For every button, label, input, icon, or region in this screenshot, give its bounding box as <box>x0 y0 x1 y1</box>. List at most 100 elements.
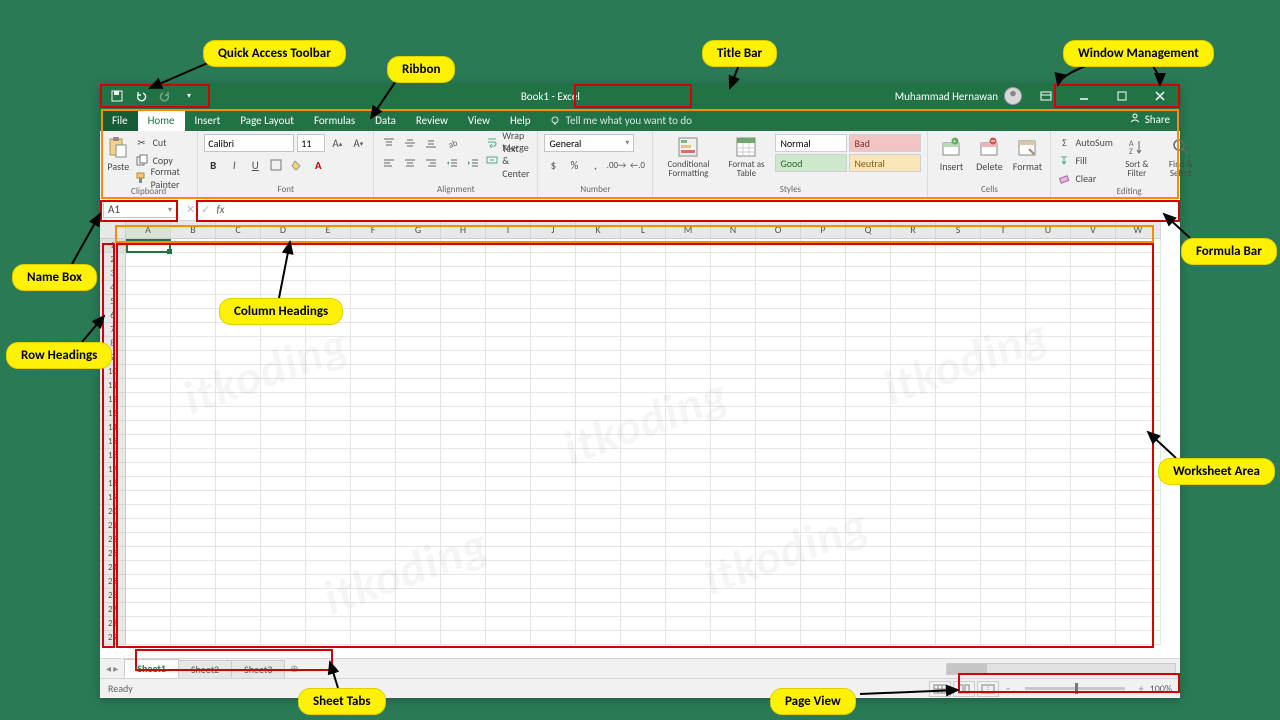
cell[interactable] <box>306 589 351 603</box>
cell[interactable] <box>891 393 936 407</box>
cell[interactable] <box>711 421 756 435</box>
cell[interactable] <box>261 547 306 561</box>
cell[interactable] <box>1116 547 1161 561</box>
cell[interactable] <box>261 617 306 631</box>
cell[interactable] <box>891 337 936 351</box>
align-top-icon[interactable] <box>380 134 398 152</box>
cell[interactable] <box>396 491 441 505</box>
column-head[interactable]: T <box>981 221 1026 239</box>
cell[interactable] <box>126 435 171 449</box>
cell[interactable] <box>1116 519 1161 533</box>
cell[interactable] <box>441 239 486 253</box>
sort-filter-button[interactable]: AZ Sort & Filter <box>1117 134 1157 178</box>
cell[interactable] <box>891 407 936 421</box>
cell[interactable] <box>486 561 531 575</box>
cell[interactable] <box>576 309 621 323</box>
cell[interactable] <box>486 253 531 267</box>
cell[interactable] <box>306 253 351 267</box>
cell[interactable] <box>711 533 756 547</box>
cell[interactable] <box>1026 267 1071 281</box>
cell[interactable] <box>441 589 486 603</box>
cell[interactable] <box>441 533 486 547</box>
cell[interactable] <box>1026 561 1071 575</box>
cell[interactable] <box>261 463 306 477</box>
cell[interactable] <box>351 309 396 323</box>
cell[interactable] <box>666 351 711 365</box>
cell[interactable] <box>981 393 1026 407</box>
cell[interactable] <box>936 589 981 603</box>
cell[interactable] <box>1071 561 1116 575</box>
cell[interactable] <box>486 477 531 491</box>
cell[interactable] <box>486 575 531 589</box>
cell[interactable] <box>171 449 216 463</box>
cell[interactable] <box>846 351 891 365</box>
cell[interactable] <box>261 421 306 435</box>
cell[interactable] <box>711 365 756 379</box>
cell[interactable] <box>756 491 801 505</box>
cell[interactable] <box>936 323 981 337</box>
cell[interactable] <box>1116 309 1161 323</box>
sheet-tab-3[interactable]: Sheet3 <box>231 660 285 678</box>
cell[interactable] <box>396 323 441 337</box>
cell[interactable] <box>126 337 171 351</box>
cell[interactable] <box>621 505 666 519</box>
cell[interactable] <box>576 435 621 449</box>
cell[interactable] <box>1071 575 1116 589</box>
cell[interactable] <box>531 533 576 547</box>
cell[interactable] <box>531 337 576 351</box>
cell[interactable] <box>171 477 216 491</box>
cell[interactable] <box>216 337 261 351</box>
cell[interactable] <box>1071 365 1116 379</box>
qat-customize-icon[interactable]: ▾ <box>182 89 196 103</box>
cell[interactable] <box>1116 561 1161 575</box>
page-layout-view-button[interactable] <box>953 681 975 697</box>
cell[interactable] <box>621 449 666 463</box>
cell[interactable] <box>936 603 981 617</box>
cell[interactable] <box>306 603 351 617</box>
cell[interactable] <box>396 281 441 295</box>
cell[interactable] <box>486 449 531 463</box>
percent-icon[interactable]: % <box>565 156 583 174</box>
cell[interactable] <box>576 589 621 603</box>
cell[interactable] <box>216 547 261 561</box>
cell[interactable] <box>846 477 891 491</box>
cell[interactable] <box>486 281 531 295</box>
row-head[interactable]: 13 <box>100 407 126 421</box>
column-head[interactable]: P <box>801 221 846 239</box>
cell[interactable] <box>846 379 891 393</box>
cell[interactable] <box>666 281 711 295</box>
cell[interactable] <box>1071 505 1116 519</box>
cell[interactable] <box>666 365 711 379</box>
cell[interactable] <box>891 253 936 267</box>
cell[interactable] <box>801 407 846 421</box>
cell[interactable] <box>1026 379 1071 393</box>
cell[interactable] <box>576 561 621 575</box>
cell[interactable] <box>171 365 216 379</box>
row-head[interactable]: 16 <box>100 449 126 463</box>
sheet-tab-1[interactable]: Sheet1 <box>124 659 179 678</box>
merge-center-button[interactable]: Merge & Center <box>486 152 531 168</box>
cell[interactable] <box>756 533 801 547</box>
cell[interactable] <box>396 561 441 575</box>
style-normal[interactable]: Normal <box>775 134 847 152</box>
column-head[interactable]: H <box>441 221 486 239</box>
font-size-select[interactable] <box>297 134 325 152</box>
cell[interactable] <box>936 505 981 519</box>
cell[interactable] <box>216 393 261 407</box>
cell[interactable] <box>936 309 981 323</box>
cell[interactable] <box>846 253 891 267</box>
cell[interactable] <box>1026 393 1071 407</box>
cell[interactable] <box>306 561 351 575</box>
cell[interactable] <box>1026 617 1071 631</box>
cell[interactable] <box>351 295 396 309</box>
cell[interactable] <box>261 323 306 337</box>
cell[interactable] <box>306 491 351 505</box>
cell[interactable] <box>306 267 351 281</box>
cell[interactable] <box>486 239 531 253</box>
column-head[interactable]: M <box>666 221 711 239</box>
cell[interactable] <box>1116 603 1161 617</box>
cell[interactable] <box>936 533 981 547</box>
cell[interactable] <box>711 407 756 421</box>
cell[interactable] <box>1071 463 1116 477</box>
cell[interactable] <box>1071 449 1116 463</box>
